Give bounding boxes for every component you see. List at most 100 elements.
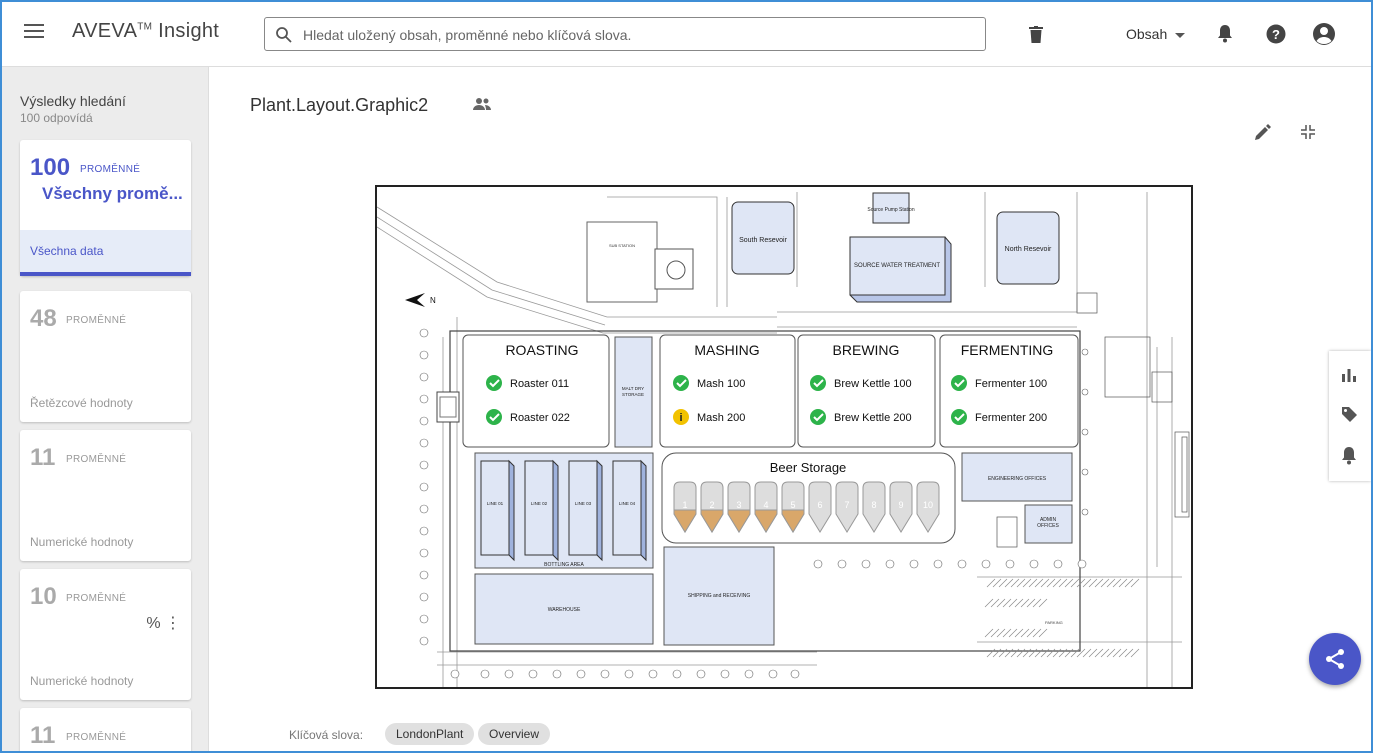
status-ok-icon <box>673 375 689 391</box>
status-warning-icon: i <box>673 409 689 425</box>
status-ok-icon <box>951 409 967 425</box>
sub-station-label: SUB STATION <box>609 243 635 248</box>
search-icon <box>276 27 292 43</box>
result-card-numeric-percent[interactable]: 10 PROMĚNNÉ % ⋮ Numerické hodnoty <box>20 569 191 700</box>
bottling-label: BOTTLING AREA <box>544 562 584 568</box>
search-input[interactable] <box>301 23 975 47</box>
mash-100-label[interactable]: Mash 100 <box>697 378 745 390</box>
result-card-strings[interactable]: 48 PROMĚNNÉ Řetězcové hodnoty <box>20 291 191 422</box>
roaster-022-label[interactable]: Roaster 022 <box>510 412 570 424</box>
result-card-numeric[interactable]: 11 PROMĚNNÉ Numerické hodnoty <box>20 430 191 561</box>
brewing-title: BREWING <box>833 342 900 358</box>
card-name: Všechny promě... <box>42 184 183 203</box>
card-count: 48 <box>30 305 57 332</box>
plant-layout-graphic: South Resevoir North Resevoir Source Pum… <box>375 185 1193 689</box>
card-footer: Řetězcové hodnoty <box>30 396 133 410</box>
sidebar-subtitle: 100 odpovídá <box>20 111 93 125</box>
card-count: 11 <box>30 722 56 749</box>
shrink-icon[interactable] <box>1300 124 1316 140</box>
keyword-chip[interactable]: LondonPlant <box>385 723 475 745</box>
roaster-011-label[interactable]: Roaster 011 <box>510 378 569 390</box>
source-pump-label: Source Pump Station <box>867 207 914 213</box>
search-results-sidebar: Výsledky hledání 100 odpovídá 100 PROMĚN… <box>2 67 209 751</box>
source-water-label: SOURCE WATER TREATMENT <box>854 263 940 269</box>
beer-tank-label: 4 <box>763 500 768 510</box>
status-ok-icon <box>486 375 502 391</box>
chart-icon[interactable] <box>1341 368 1357 387</box>
fermenter-100-label[interactable]: Fermenter 100 <box>975 378 1047 390</box>
help-icon[interactable]: ? <box>1266 24 1286 44</box>
mashing-title: MASHING <box>694 342 759 358</box>
sidebar-title: Výsledky hledání <box>20 93 126 109</box>
line-04-label: LINE 04 <box>619 501 636 506</box>
parking-label: PARKING <box>1045 620 1063 625</box>
content-menu-label: Obsah <box>1126 26 1168 42</box>
bell-icon[interactable] <box>1341 446 1357 470</box>
tag-icon[interactable] <box>1341 406 1358 428</box>
active-indicator <box>20 272 191 276</box>
beer-tank-label: 8 <box>871 500 876 510</box>
beer-tank-label: 6 <box>817 500 822 510</box>
account-icon[interactable] <box>1312 22 1336 46</box>
beer-tank-label: 7 <box>844 500 849 510</box>
line-02-label: LINE 02 <box>531 501 548 506</box>
line-03-label: LINE 03 <box>575 501 592 506</box>
card-unit: PROMĚNNÉ <box>66 315 127 326</box>
fermenting-title: FERMENTING <box>961 342 1054 358</box>
app-title: AVEVATM Insight <box>72 20 219 43</box>
malt-label: MALT DRY STORAGE <box>622 386 644 397</box>
card-extra[interactable]: % ⋮ <box>146 613 181 633</box>
plant-layout-svg: South Resevoir North Resevoir Source Pum… <box>377 192 1190 687</box>
content-menu[interactable]: Obsah <box>1126 26 1186 42</box>
app-window: AVEVATM Insight Obsah ? Výsledky hledání… <box>0 0 1373 753</box>
people-icon <box>473 98 491 110</box>
card-link-strip[interactable]: Všechna data <box>20 230 191 272</box>
card-unit: PROMĚNNÉ <box>66 454 127 465</box>
pencil-icon[interactable] <box>1254 124 1271 141</box>
card-count: 100 <box>30 154 71 181</box>
app-name: AVEVA <box>72 20 138 42</box>
bell-icon[interactable] <box>1217 24 1233 43</box>
trash-icon[interactable] <box>1029 26 1043 43</box>
trademark: TM <box>137 21 153 33</box>
warehouse-label: WAREHOUSE <box>548 607 581 613</box>
card-footer: Numerické hodnoty <box>30 674 134 688</box>
card-unit: PROMĚNNÉ <box>80 164 141 175</box>
card-footer: Numerické hodnoty <box>30 535 134 549</box>
result-card-all[interactable]: 100 PROMĚNNÉ Všechny promě... Všechna da… <box>20 140 191 276</box>
svg-text:?: ? <box>1272 27 1280 42</box>
north-arrow-icon: N <box>405 293 436 307</box>
card-unit: PROMĚNNÉ <box>66 593 127 604</box>
svg-text:i: i <box>679 412 682 424</box>
brew-kettle-100-label[interactable]: Brew Kettle 100 <box>834 378 912 390</box>
status-ok-icon <box>951 375 967 391</box>
north-reservoir-label: North Resevoir <box>1005 246 1052 253</box>
south-reservoir-label: South Resevoir <box>739 237 788 244</box>
mash-200-label[interactable]: Mash 200 <box>697 412 745 424</box>
status-ok-icon <box>810 409 826 425</box>
brew-kettle-200-label[interactable]: Brew Kettle 200 <box>834 412 912 424</box>
search-box[interactable] <box>264 17 986 51</box>
beer-storage-title: Beer Storage <box>770 460 847 475</box>
keyword-chip[interactable]: Overview <box>478 723 551 745</box>
north-label: N <box>430 296 436 305</box>
keywords-label: Klíčová slova: <box>289 728 364 742</box>
page-title: Plant.Layout.Graphic2 <box>250 95 429 115</box>
card-count: 11 <box>30 444 56 471</box>
side-tools-panel <box>1329 351 1371 481</box>
roasting-title: ROASTING <box>505 342 578 358</box>
result-card-5[interactable]: 11 PROMĚNNÉ <box>20 708 191 751</box>
beer-tank-label: 5 <box>790 500 795 510</box>
card-count: 10 <box>30 583 57 610</box>
top-bar: AVEVATM Insight Obsah ? <box>2 2 1371 67</box>
beer-tank-label: 9 <box>898 500 903 510</box>
fermenter-200-label[interactable]: Fermenter 200 <box>975 412 1047 424</box>
status-ok-icon <box>810 375 826 391</box>
beer-tank-label: 10 <box>923 500 933 510</box>
card-unit: PROMĚNNÉ <box>66 732 127 743</box>
app-suffix: Insight <box>152 20 220 42</box>
share-icon <box>1326 649 1344 669</box>
card-link: Všechna data <box>30 244 104 258</box>
share-button[interactable] <box>1309 633 1361 685</box>
menu-icon[interactable] <box>24 24 44 40</box>
